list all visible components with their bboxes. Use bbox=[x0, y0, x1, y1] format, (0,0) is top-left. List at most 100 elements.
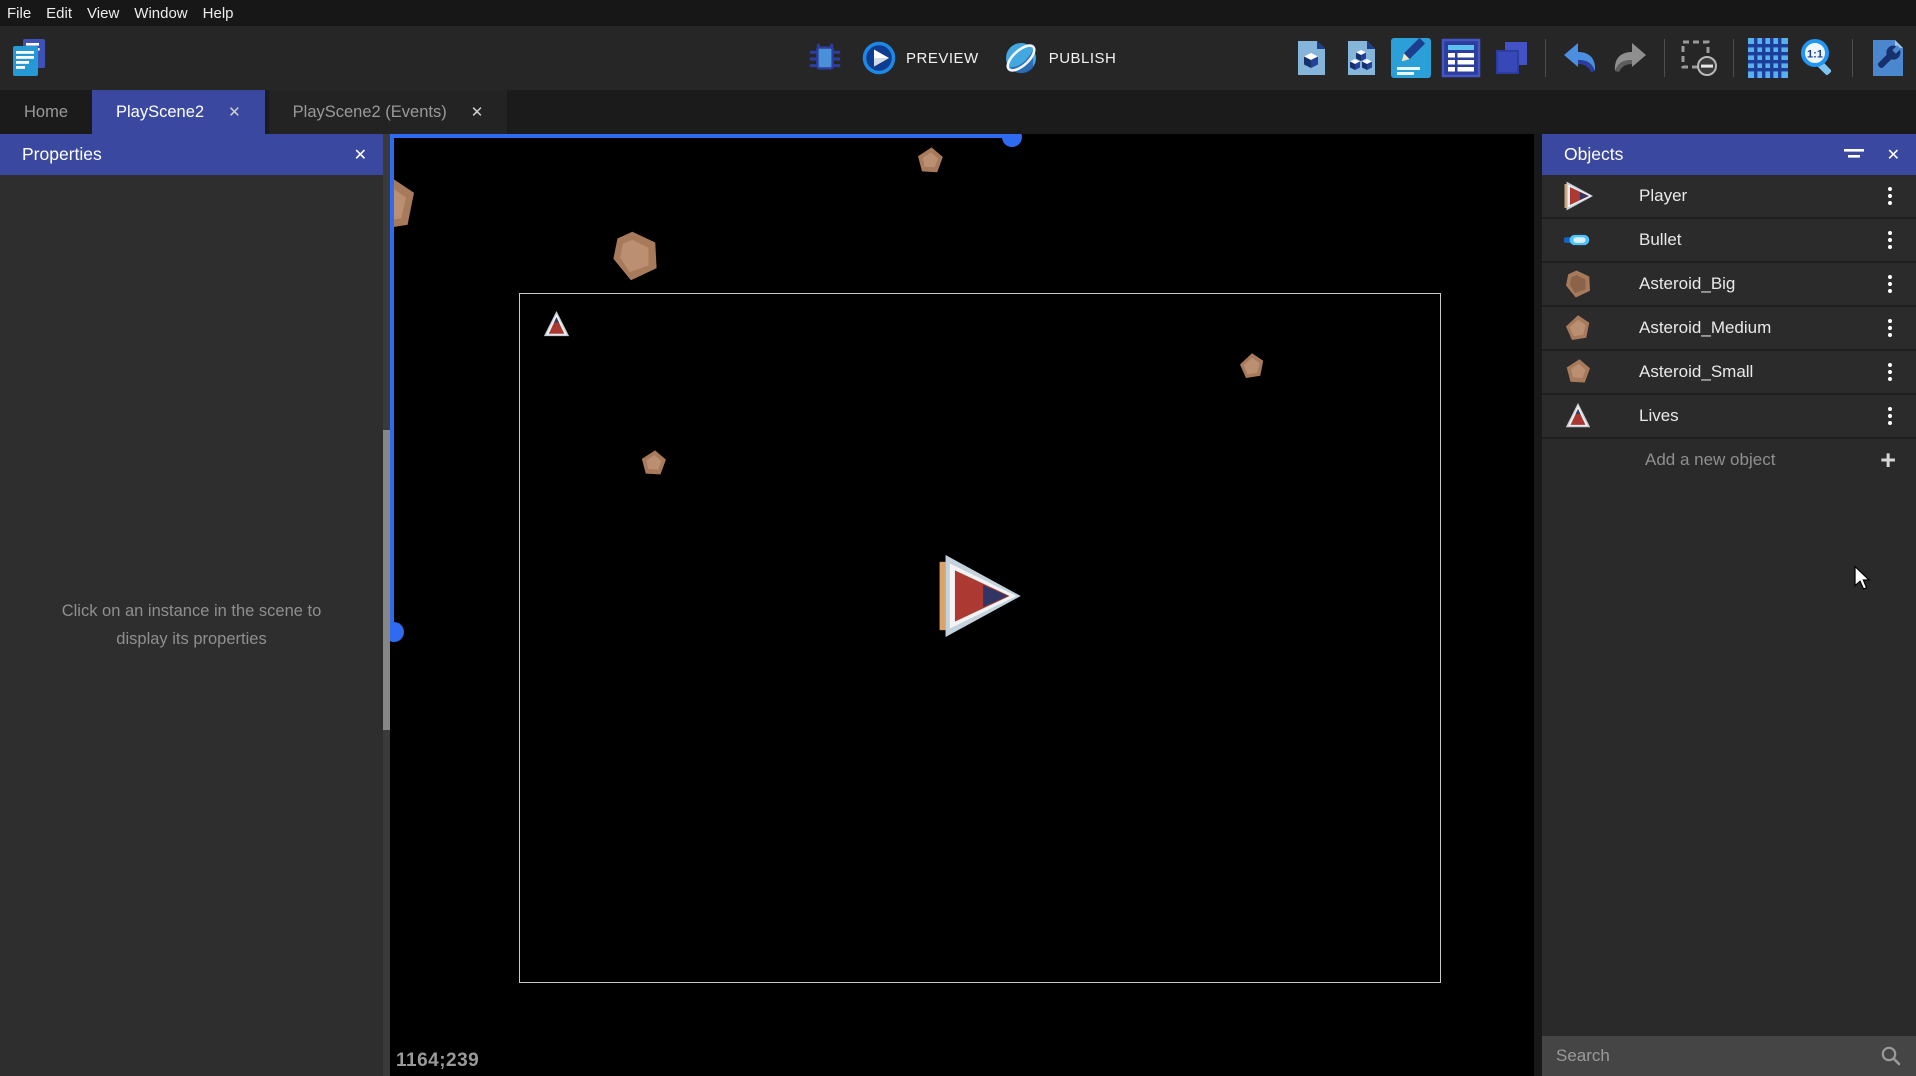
menu-view[interactable]: View bbox=[87, 5, 119, 22]
events-list-icon[interactable] bbox=[1441, 38, 1481, 78]
toolbar-center: PREVIEW PUBLISH bbox=[806, 26, 1140, 90]
edit-scene-icon[interactable] bbox=[1291, 38, 1331, 78]
tab-playscene2[interactable]: PlayScene2 ✕ bbox=[92, 90, 265, 134]
more-options-icon[interactable] bbox=[1882, 181, 1898, 211]
add-new-object-button[interactable]: Add a new object + bbox=[1542, 439, 1916, 481]
toolbar-separator bbox=[1733, 39, 1734, 77]
properties-header: Properties ✕ bbox=[0, 134, 383, 175]
project-manager-icon[interactable] bbox=[8, 37, 48, 79]
edit-properties-icon[interactable] bbox=[1391, 38, 1431, 78]
panel-splitter[interactable] bbox=[383, 134, 390, 1076]
add-new-object-label: Add a new object bbox=[1645, 450, 1775, 470]
properties-body: Click on an instance in the scene to dis… bbox=[0, 175, 383, 1076]
scene-window-frame bbox=[519, 293, 1441, 983]
render-mask-icon[interactable] bbox=[1679, 38, 1719, 78]
more-options-icon[interactable] bbox=[1882, 357, 1898, 387]
objects-search-bar bbox=[1542, 1036, 1916, 1076]
more-options-icon[interactable] bbox=[1882, 401, 1898, 431]
bullet-icon bbox=[1563, 225, 1593, 255]
more-options-icon[interactable] bbox=[1882, 225, 1898, 255]
lives-icon bbox=[1563, 401, 1593, 431]
toolbar-separator bbox=[1545, 39, 1546, 77]
object-name: Player bbox=[1639, 186, 1882, 206]
menu-window[interactable]: Window bbox=[134, 5, 187, 22]
menu-file[interactable]: File bbox=[7, 5, 31, 22]
search-icon bbox=[1880, 1045, 1902, 1067]
toolbar: PREVIEW PUBLISH bbox=[0, 26, 1916, 90]
tab-bar: Home PlayScene2 ✕ PlayScene2 (Events) ✕ bbox=[0, 90, 1916, 134]
objects-title: Objects bbox=[1564, 144, 1843, 165]
menu-bar: File Edit View Window Help bbox=[0, 0, 1916, 26]
tab-close-icon[interactable]: ✕ bbox=[228, 103, 241, 121]
scrollbar-thumb[interactable] bbox=[383, 430, 390, 730]
tab-close-icon[interactable]: ✕ bbox=[471, 103, 484, 121]
redo-icon[interactable] bbox=[1610, 38, 1650, 78]
zoom-ratio-label: 1:1 bbox=[1807, 49, 1823, 61]
tab-home[interactable]: Home bbox=[0, 90, 92, 134]
properties-title: Properties bbox=[22, 144, 336, 165]
plus-icon: + bbox=[1880, 447, 1896, 474]
properties-empty-message: Click on an instance in the scene to dis… bbox=[41, 598, 343, 652]
object-name: Asteroid_Big bbox=[1639, 274, 1882, 294]
menu-help[interactable]: Help bbox=[203, 5, 234, 22]
search-input[interactable] bbox=[1554, 1045, 1880, 1067]
properties-panel: Properties ✕ Click on an instance in the… bbox=[0, 134, 383, 1076]
object-row-lives[interactable]: Lives bbox=[1542, 395, 1916, 439]
scene-canvas[interactable]: 1164;239 bbox=[390, 134, 1534, 1076]
tab-playscene2-events-label: PlayScene2 (Events) bbox=[293, 103, 447, 122]
tab-playscene2-label: PlayScene2 bbox=[116, 103, 204, 122]
preview-label: PREVIEW bbox=[906, 50, 979, 67]
scene-settings-icon[interactable] bbox=[1867, 38, 1907, 78]
preview-button[interactable]: PREVIEW bbox=[862, 41, 979, 75]
object-row-asteroid-small[interactable]: Asteroid_Small bbox=[1542, 351, 1916, 395]
asteroid-icon bbox=[1563, 269, 1593, 299]
panel-gap bbox=[1534, 134, 1542, 1076]
filter-icon[interactable] bbox=[1843, 147, 1865, 163]
menu-edit[interactable]: Edit bbox=[46, 5, 72, 22]
gdevelop-window: File Edit View Window Help bbox=[0, 0, 1916, 1076]
objects-panel: Objects ✕ Player bbox=[1542, 134, 1916, 1076]
player-ship-icon bbox=[1563, 181, 1593, 211]
zoom-1-1-icon[interactable]: 1:1 bbox=[1798, 38, 1838, 78]
undo-icon[interactable] bbox=[1560, 38, 1600, 78]
asteroid-icon bbox=[1563, 313, 1593, 343]
close-icon[interactable]: ✕ bbox=[354, 145, 367, 165]
more-options-icon[interactable] bbox=[1882, 269, 1898, 299]
globe-icon bbox=[1003, 40, 1039, 76]
object-name: Asteroid_Medium bbox=[1639, 318, 1882, 338]
selection-handle[interactable] bbox=[390, 622, 404, 642]
object-name: Bullet bbox=[1639, 230, 1882, 250]
toolbar-right: 1:1 bbox=[1291, 26, 1907, 90]
asteroid-instance[interactable] bbox=[390, 170, 422, 238]
lives-instance[interactable] bbox=[541, 309, 572, 340]
object-name: Asteroid_Small bbox=[1639, 362, 1882, 382]
object-name: Lives bbox=[1639, 406, 1882, 426]
asteroid-instance[interactable] bbox=[608, 226, 662, 286]
layers-icon[interactable] bbox=[1491, 38, 1531, 78]
edit-objects-icon[interactable] bbox=[1341, 38, 1381, 78]
object-row-asteroid-medium[interactable]: Asteroid_Medium bbox=[1542, 307, 1916, 351]
publish-label: PUBLISH bbox=[1049, 50, 1117, 67]
selection-handle[interactable] bbox=[1002, 134, 1022, 147]
object-row-bullet[interactable]: Bullet bbox=[1542, 219, 1916, 263]
asteroid-icon bbox=[1563, 357, 1593, 387]
grid-icon[interactable] bbox=[1748, 38, 1788, 78]
object-row-asteroid-big[interactable]: Asteroid_Big bbox=[1542, 263, 1916, 307]
toolbar-separator bbox=[1852, 39, 1853, 77]
debug-icon[interactable] bbox=[806, 39, 844, 77]
player-instance[interactable] bbox=[935, 555, 1021, 637]
asteroid-instance[interactable] bbox=[1237, 351, 1267, 381]
tab-home-label: Home bbox=[24, 103, 68, 122]
close-icon[interactable]: ✕ bbox=[1887, 145, 1900, 165]
cursor-coordinates: 1164;239 bbox=[396, 1050, 479, 1072]
publish-button[interactable]: PUBLISH bbox=[1003, 40, 1117, 76]
asteroid-instance[interactable] bbox=[638, 448, 669, 479]
main-area: Properties ✕ Click on an instance in the… bbox=[0, 134, 1916, 1076]
selection-edge-top bbox=[390, 134, 1012, 138]
selection-edge-left bbox=[390, 134, 394, 632]
asteroid-instance[interactable] bbox=[914, 145, 946, 177]
tab-playscene2-events[interactable]: PlayScene2 (Events) ✕ bbox=[269, 90, 508, 134]
object-row-player[interactable]: Player bbox=[1542, 175, 1916, 219]
toolbar-separator bbox=[1664, 39, 1665, 77]
more-options-icon[interactable] bbox=[1882, 313, 1898, 343]
